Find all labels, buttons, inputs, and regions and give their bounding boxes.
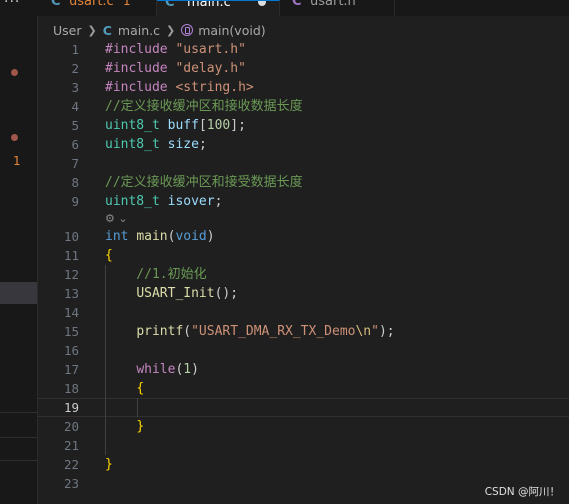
code-text: uint8_t size;	[105, 137, 207, 152]
code-text: {	[136, 381, 145, 396]
code-line[interactable]: 3 #include <string.h>	[37, 78, 569, 97]
code-line[interactable]: 11 {	[37, 246, 569, 265]
chevron-right-icon: ❯	[165, 23, 176, 37]
line-number: 18	[63, 381, 79, 396]
codelens-hint[interactable]: ⚙ ⌄	[105, 211, 128, 227]
modified-dot-icon	[11, 69, 18, 76]
function-symbol-icon	[181, 24, 194, 36]
line-number: 15	[63, 324, 79, 339]
code-line[interactable]: 15 printf("USART_DMA_RX_TX_Demo\n");	[37, 322, 569, 341]
line-number: 4	[71, 99, 79, 114]
chevron-right-icon: ❯	[87, 23, 97, 37]
breadcrumb-folder[interactable]: User	[53, 23, 82, 38]
code-line[interactable]: 22}	[37, 455, 569, 474]
code-text: }	[136, 419, 145, 434]
selected-item[interactable]	[0, 282, 37, 304]
line-number: 11	[63, 248, 79, 263]
code-line[interactable]: 1 #include "usart.h"	[37, 40, 569, 59]
code-text: #include "delay.h"	[105, 61, 246, 76]
code-line[interactable]: 19	[37, 398, 569, 417]
line-number: 21	[63, 438, 79, 453]
breadcrumb: User ❯ C main.c ❯ main(void)	[53, 20, 266, 40]
line-number: 13	[63, 286, 79, 301]
line-number: 5	[71, 118, 79, 133]
code-line[interactable]: 21	[37, 436, 569, 455]
code-line[interactable]: 7	[37, 154, 569, 173]
code-line[interactable]: 13 USART_Init();	[37, 284, 569, 303]
code-line[interactable]: 9 uint8_t isover;	[37, 192, 569, 211]
breadcrumb-file[interactable]: main.c	[118, 23, 160, 38]
line-number: 8	[71, 175, 79, 190]
c-file-icon: C	[165, 0, 175, 10]
line-number: 9	[71, 194, 79, 209]
inlay-hint-row: ⚙ ⌄	[37, 211, 569, 227]
code-line[interactable]: 14	[37, 303, 569, 322]
more-icon[interactable]: ···	[4, 0, 20, 10]
code-line[interactable]: 5 uint8_t buff[100];	[37, 116, 569, 135]
tab-label: usart.h	[310, 0, 356, 9]
tab-main-c[interactable]: C main.c	[157, 0, 280, 16]
line-number: 20	[63, 419, 79, 434]
c-file-icon: C	[51, 0, 61, 9]
code-line[interactable]: 4 //定义接收缓冲区和接收数据长度	[37, 97, 569, 116]
watermark: CSDN @阿川！	[484, 486, 560, 498]
tab-label: main.c	[187, 0, 231, 10]
code-text: USART_Init();	[136, 286, 239, 301]
indent-guide	[105, 265, 106, 455]
code-text: #include <string.h>	[105, 80, 254, 95]
code-line[interactable]: 6 uint8_t size;	[37, 135, 569, 154]
code-text: {	[105, 248, 113, 263]
indent-guide	[137, 398, 138, 417]
code-text: //定义接收缓冲区和接收数据长度	[105, 99, 303, 114]
code-line[interactable]: 18 {	[37, 379, 569, 398]
tab-label: usart.c	[69, 0, 114, 9]
tab-problem-badge: 1	[123, 0, 131, 8]
code-text: //1.初始化	[105, 267, 207, 282]
activity-sidebar: ··· 1	[0, 0, 38, 504]
line-number: 14	[63, 305, 79, 320]
line-number: 2	[71, 61, 79, 76]
tab-usart-h[interactable]: C usart.h	[280, 0, 395, 16]
divider	[0, 460, 37, 461]
line-number: 16	[63, 343, 79, 358]
modified-dot-icon	[11, 134, 18, 141]
tab-usart-c[interactable]: C usart.c 1	[37, 0, 157, 16]
breadcrumb-symbol[interactable]: main(void)	[198, 23, 265, 38]
code-text: uint8_t buff[100];	[105, 118, 246, 133]
line-number: 12	[63, 267, 79, 282]
line-number: 22	[63, 457, 79, 472]
code-text: int main(void)	[105, 229, 215, 244]
problem-count-badge: 1	[13, 154, 21, 168]
c-header-file-icon: C	[292, 0, 302, 9]
code-line[interactable]: 10 int main(void)	[37, 227, 569, 246]
code-text: uint8_t isover;	[105, 194, 223, 209]
code-editor[interactable]: ⚙ ⌄ 1 #include "usart.h" 2 #include "delay.h…	[37, 40, 569, 504]
code-line[interactable]: 12 //1.初始化	[37, 265, 569, 284]
code-text: #include "usart.h"	[105, 42, 246, 57]
code-text: while(1)	[136, 362, 199, 377]
line-number: 6	[71, 137, 79, 152]
divider	[0, 437, 37, 438]
code-line[interactable]: 20 }	[37, 417, 569, 436]
line-number: 10	[63, 229, 79, 244]
line-number: 7	[71, 156, 79, 171]
line-number: 1	[71, 42, 79, 57]
code-text: }	[105, 457, 113, 472]
line-number: 23	[63, 476, 79, 491]
code-text: //定义接收缓冲区和接受数据长度	[105, 175, 303, 190]
code-line[interactable]: 17 while(1)	[37, 360, 569, 379]
code-line[interactable]: 2 #include "delay.h"	[37, 59, 569, 78]
code-line[interactable]: 16	[37, 341, 569, 360]
line-number: 17	[63, 362, 79, 377]
line-number: 19	[63, 400, 79, 415]
code-text: printf("USART_DMA_RX_TX_Demo\n");	[136, 324, 395, 339]
code-line[interactable]: 8 //定义接收缓冲区和接受数据长度	[37, 173, 569, 192]
unsaved-dot-icon[interactable]	[258, 1, 266, 6]
divider	[0, 412, 37, 413]
line-number: 3	[71, 80, 79, 95]
c-file-icon: C	[102, 22, 112, 38]
tab-bar: C usart.c 1 C main.c C usart.h	[37, 0, 569, 16]
